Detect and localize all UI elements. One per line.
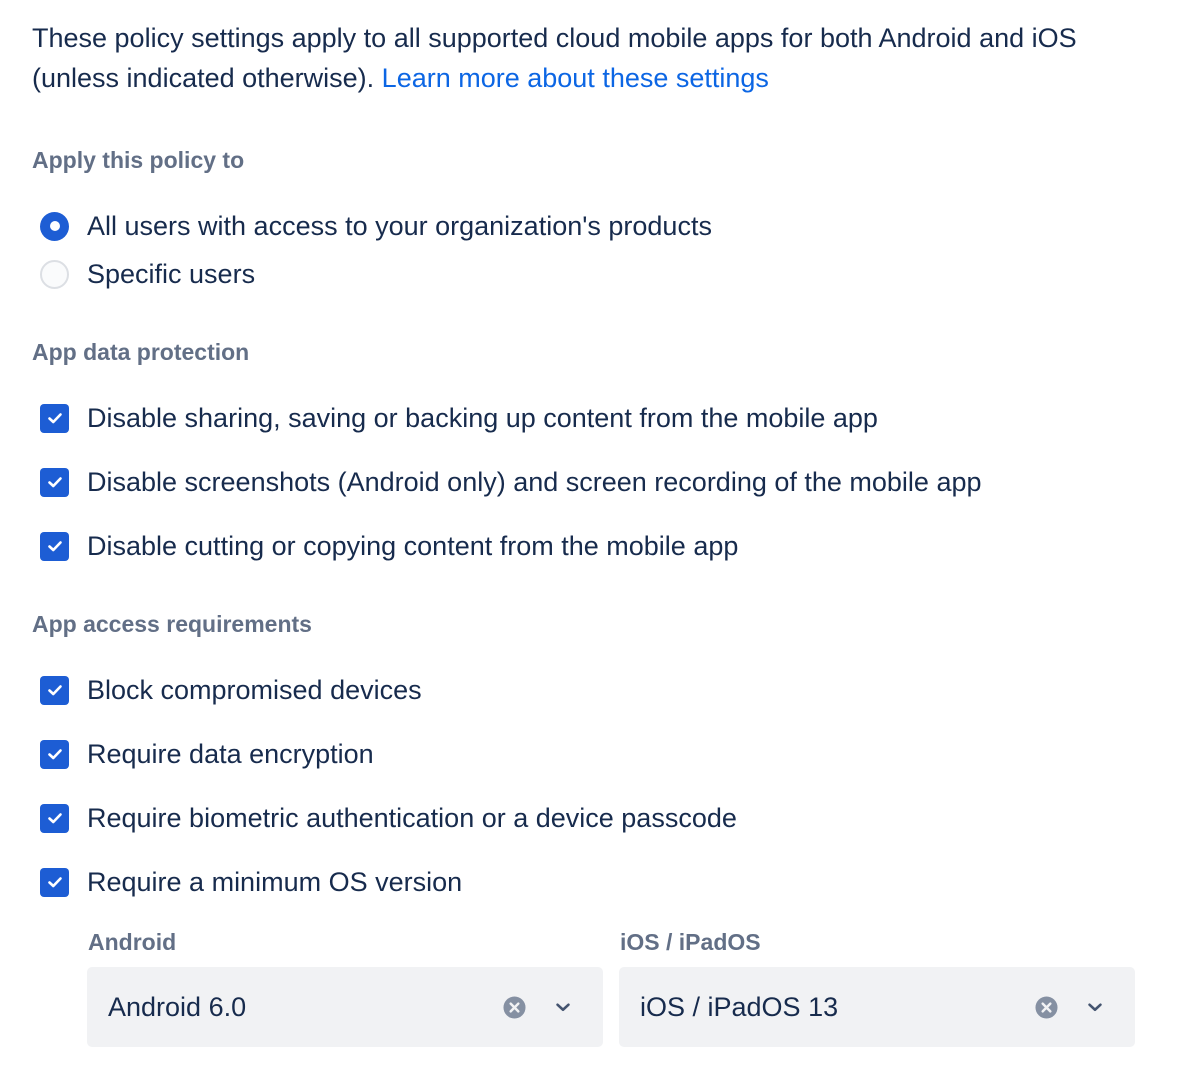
- android-version-label: Android: [88, 929, 177, 955]
- checkbox-label: Disable sharing, saving or backing up co…: [87, 402, 878, 433]
- checkbox-disable-copying[interactable]: Disable cutting or copying content from …: [40, 528, 738, 564]
- checkbox-data-encryption[interactable]: Require data encryption: [40, 736, 374, 772]
- apply-policy-heading: Apply this policy to: [32, 147, 245, 173]
- radio-label: All users with access to your organizati…: [87, 210, 712, 241]
- chevron-down-icon[interactable]: [1084, 996, 1106, 1018]
- radio-specific-users[interactable]: Specific users: [40, 256, 255, 292]
- check-icon[interactable]: [40, 867, 69, 897]
- android-version-value: Android 6.0: [108, 992, 247, 1022]
- radio-all-users[interactable]: All users with access to your organizati…: [40, 208, 712, 244]
- learn-more-link[interactable]: Learn more about these settings: [382, 63, 769, 93]
- ios-version-value: iOS / iPadOS 13: [640, 992, 839, 1022]
- checkbox-disable-screenshots[interactable]: Disable screenshots (Android only) and s…: [40, 464, 982, 500]
- checkbox-block-compromised[interactable]: Block compromised devices: [40, 672, 422, 708]
- checkbox-biometric-auth[interactable]: Require biometric authentication or a de…: [40, 800, 737, 836]
- checkbox-label: Require biometric authentication or a de…: [87, 802, 737, 833]
- checkbox-label: Disable cutting or copying content from …: [87, 530, 739, 561]
- check-icon[interactable]: [40, 675, 69, 705]
- radio-selected-icon[interactable]: [40, 211, 69, 241]
- check-icon[interactable]: [40, 531, 69, 561]
- checkbox-disable-sharing[interactable]: Disable sharing, saving or backing up co…: [40, 400, 878, 436]
- checkbox-label: Disable screenshots (Android only) and s…: [87, 466, 982, 497]
- radio-unselected-icon[interactable]: [40, 259, 69, 289]
- access-requirements-heading: App access requirements: [32, 611, 312, 637]
- clear-icon[interactable]: [503, 996, 526, 1019]
- clear-icon[interactable]: [1035, 996, 1058, 1019]
- check-icon[interactable]: [40, 739, 69, 769]
- check-icon[interactable]: [40, 467, 69, 497]
- ios-version-label: iOS / iPadOS: [620, 929, 761, 955]
- check-icon[interactable]: [40, 403, 69, 433]
- mobile-policy-settings: These policy settings apply to all suppo…: [0, 0, 1179, 1075]
- chevron-down-icon[interactable]: [552, 996, 574, 1018]
- android-version-select[interactable]: Android 6.0: [87, 967, 603, 1047]
- checkbox-label: Require a minimum OS version: [87, 866, 463, 897]
- ios-version-select[interactable]: iOS / iPadOS 13: [619, 967, 1135, 1047]
- checkbox-label: Require data encryption: [87, 738, 374, 769]
- radio-label: Specific users: [87, 258, 256, 289]
- check-icon[interactable]: [40, 803, 69, 833]
- data-protection-heading: App data protection: [32, 339, 250, 365]
- intro-text: These policy settings apply to all suppo…: [32, 18, 1152, 98]
- checkbox-label: Block compromised devices: [87, 674, 422, 705]
- checkbox-min-os-version[interactable]: Require a minimum OS version: [40, 864, 462, 900]
